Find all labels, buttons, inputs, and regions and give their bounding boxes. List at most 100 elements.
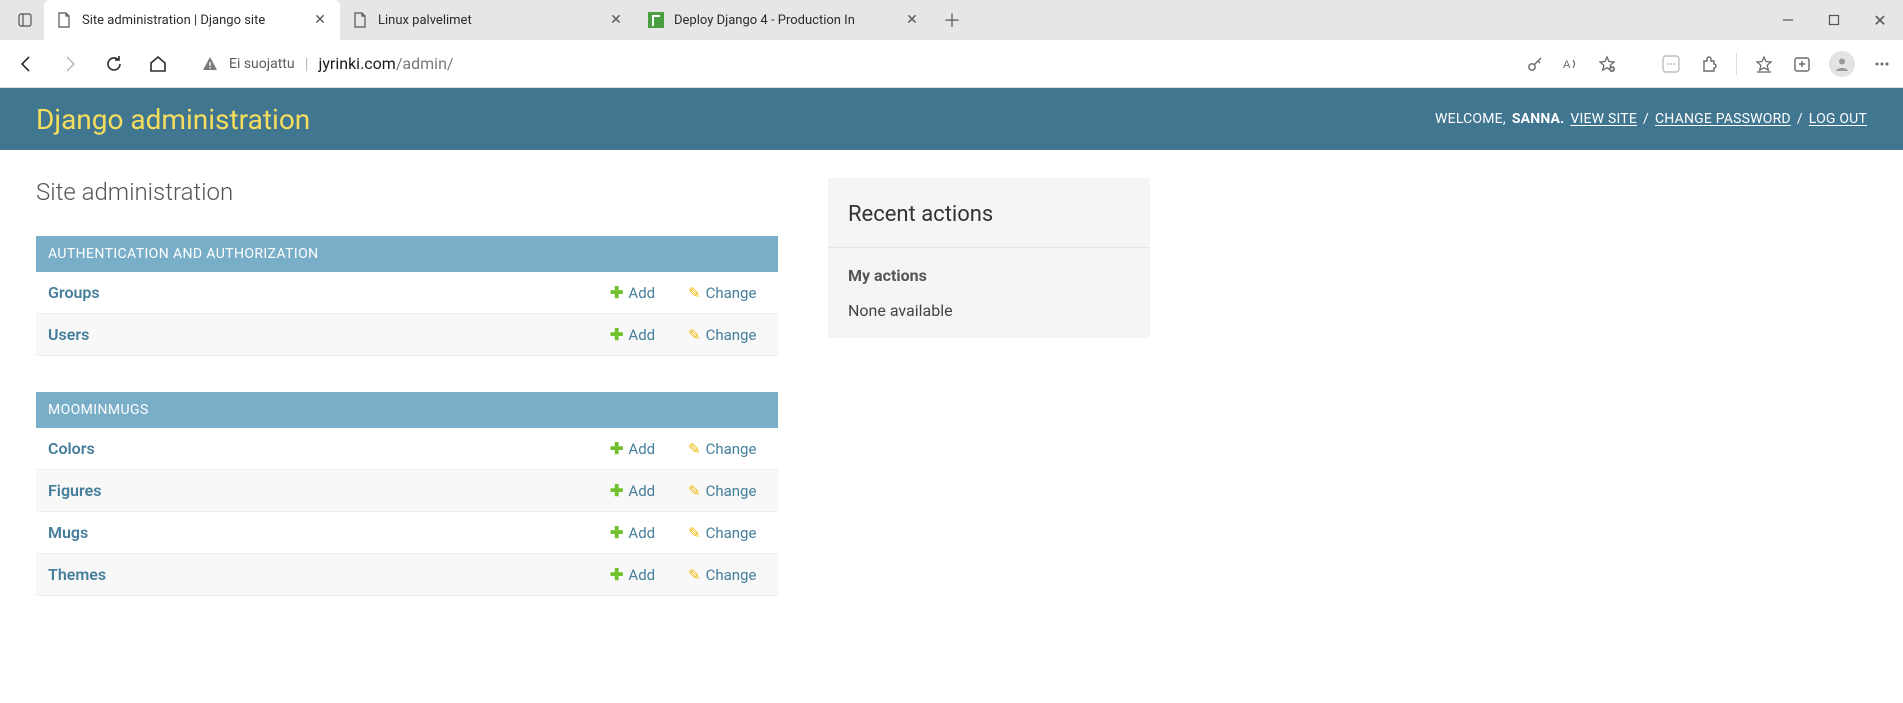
- tab-bar: Site administration | Django site ✕ Linu…: [0, 0, 1903, 40]
- forward-button[interactable]: [54, 48, 86, 80]
- plus-icon: ✚: [610, 565, 623, 584]
- minimize-button[interactable]: [1765, 0, 1811, 40]
- read-aloud-icon[interactable]: A: [1561, 54, 1581, 74]
- plus-icon: ✚: [610, 481, 623, 500]
- username: SANNA.: [1512, 111, 1565, 127]
- change-link[interactable]: ✎Change: [688, 284, 766, 302]
- model-row: Colors ✚Add ✎Change: [36, 428, 778, 470]
- django-header: Django administration WELCOME, SANNA. VI…: [0, 88, 1903, 150]
- model-link-themes[interactable]: Themes: [48, 565, 610, 584]
- model-link-colors[interactable]: Colors: [48, 439, 610, 458]
- model-link-users[interactable]: Users: [48, 325, 610, 344]
- my-actions-empty: None available: [848, 301, 1130, 320]
- view-site-link[interactable]: VIEW SITE: [1570, 111, 1637, 127]
- page-title: Site administration: [36, 178, 778, 206]
- profile-avatar[interactable]: [1829, 51, 1855, 77]
- recent-actions-sidebar: Recent actions My actions None available: [828, 178, 1150, 338]
- browser-chrome: Site administration | Django site ✕ Linu…: [0, 0, 1903, 88]
- model-row: Figures ✚Add ✎Change: [36, 470, 778, 512]
- model-link-mugs[interactable]: Mugs: [48, 523, 610, 542]
- tab-actions-panel-icon[interactable]: [6, 0, 44, 40]
- svg-text:A: A: [1563, 59, 1571, 71]
- recent-actions-title: Recent actions: [828, 178, 1150, 247]
- passwords-icon[interactable]: [1525, 54, 1545, 74]
- django-brand[interactable]: Django administration: [36, 103, 310, 136]
- collections-icon[interactable]: [1791, 53, 1813, 75]
- more-icon[interactable]: [1871, 53, 1893, 75]
- refresh-button[interactable]: [98, 48, 130, 80]
- module-caption[interactable]: AUTHENTICATION AND AUTHORIZATION: [36, 236, 778, 272]
- change-link[interactable]: ✎Change: [688, 326, 766, 344]
- window-controls: ✕: [1765, 0, 1903, 40]
- plus-icon: ✚: [610, 523, 623, 542]
- home-button[interactable]: [142, 48, 174, 80]
- browser-toolbar: Ei suojattu | jyrinki.com/admin/ A: [0, 40, 1903, 88]
- page-icon: [352, 12, 368, 28]
- module-caption[interactable]: MOOMINMUGS: [36, 392, 778, 428]
- maximize-button[interactable]: [1811, 0, 1857, 40]
- not-secure-icon: [201, 55, 219, 73]
- close-icon[interactable]: ✕: [904, 12, 920, 28]
- change-link[interactable]: ✎Change: [688, 566, 766, 584]
- change-password-link[interactable]: CHANGE PASSWORD: [1655, 111, 1791, 127]
- page-icon: [56, 12, 72, 28]
- pencil-icon: ✎: [688, 440, 701, 458]
- add-link[interactable]: ✚Add: [610, 283, 688, 302]
- favorites-icon[interactable]: [1597, 54, 1617, 74]
- app-icon[interactable]: [1660, 53, 1682, 75]
- my-actions-section: My actions None available: [828, 247, 1150, 338]
- change-link[interactable]: ✎Change: [688, 440, 766, 458]
- welcome-label: WELCOME,: [1435, 111, 1506, 127]
- toolbar-right-icons: [1650, 51, 1893, 77]
- not-secure-label: Ei suojattu: [229, 56, 295, 72]
- close-icon[interactable]: ✕: [312, 12, 328, 28]
- pencil-icon: ✎: [688, 284, 701, 302]
- tab-1[interactable]: Site administration | Django site ✕: [44, 0, 340, 40]
- module-auth: AUTHENTICATION AND AUTHORIZATION Groups …: [36, 236, 778, 356]
- address-divider: |: [305, 54, 309, 73]
- add-link[interactable]: ✚Add: [610, 481, 688, 500]
- model-link-groups[interactable]: Groups: [48, 283, 610, 302]
- change-link[interactable]: ✎Change: [688, 524, 766, 542]
- model-row: Groups ✚Add ✎Change: [36, 272, 778, 314]
- address-host: jyrinki.com: [319, 54, 396, 73]
- address-bar-icons: A: [1519, 54, 1623, 74]
- my-actions-subtitle: My actions: [848, 266, 1130, 285]
- favorites-bar-icon[interactable]: [1753, 53, 1775, 75]
- back-button[interactable]: [10, 48, 42, 80]
- plus-icon: ✚: [610, 283, 623, 302]
- model-row: Themes ✚Add ✎Change: [36, 554, 778, 596]
- django-content: Site administration AUTHENTICATION AND A…: [0, 150, 1903, 660]
- address-path: /admin/: [396, 54, 454, 73]
- model-row: Mugs ✚Add ✎Change: [36, 512, 778, 554]
- django-main: Site administration AUTHENTICATION AND A…: [36, 178, 778, 632]
- pencil-icon: ✎: [688, 524, 701, 542]
- logout-link[interactable]: LOG OUT: [1809, 111, 1867, 127]
- add-link[interactable]: ✚Add: [610, 325, 688, 344]
- close-window-button[interactable]: ✕: [1857, 0, 1903, 40]
- site-favicon: [648, 12, 664, 28]
- extensions-icon[interactable]: [1698, 53, 1720, 75]
- tab-title: Site administration | Django site: [82, 13, 302, 28]
- pencil-icon: ✎: [688, 566, 701, 584]
- toolbar-separator: [1736, 53, 1737, 75]
- pencil-icon: ✎: [688, 482, 701, 500]
- tab-title: Deploy Django 4 - Production In: [674, 13, 894, 28]
- plus-icon: ✚: [610, 439, 623, 458]
- add-link[interactable]: ✚Add: [610, 439, 688, 458]
- address-url: jyrinki.com/admin/: [319, 54, 454, 73]
- django-userlinks: WELCOME, SANNA. VIEW SITE / CHANGE PASSW…: [1435, 111, 1867, 127]
- plus-icon: ✚: [610, 325, 623, 344]
- tab-title: Linux palvelimet: [378, 13, 598, 28]
- address-bar[interactable]: Ei suojattu | jyrinki.com/admin/ A: [186, 47, 1638, 81]
- new-tab-button[interactable]: ＋: [932, 0, 972, 40]
- tab-3[interactable]: Deploy Django 4 - Production In ✕: [636, 0, 932, 40]
- add-link[interactable]: ✚Add: [610, 565, 688, 584]
- add-link[interactable]: ✚Add: [610, 523, 688, 542]
- change-link[interactable]: ✎Change: [688, 482, 766, 500]
- close-icon[interactable]: ✕: [608, 12, 624, 28]
- model-row: Users ✚Add ✎Change: [36, 314, 778, 356]
- model-link-figures[interactable]: Figures: [48, 481, 610, 500]
- tab-2[interactable]: Linux palvelimet ✕: [340, 0, 636, 40]
- module-moominmugs: MOOMINMUGS Colors ✚Add ✎Change Figures ✚…: [36, 392, 778, 596]
